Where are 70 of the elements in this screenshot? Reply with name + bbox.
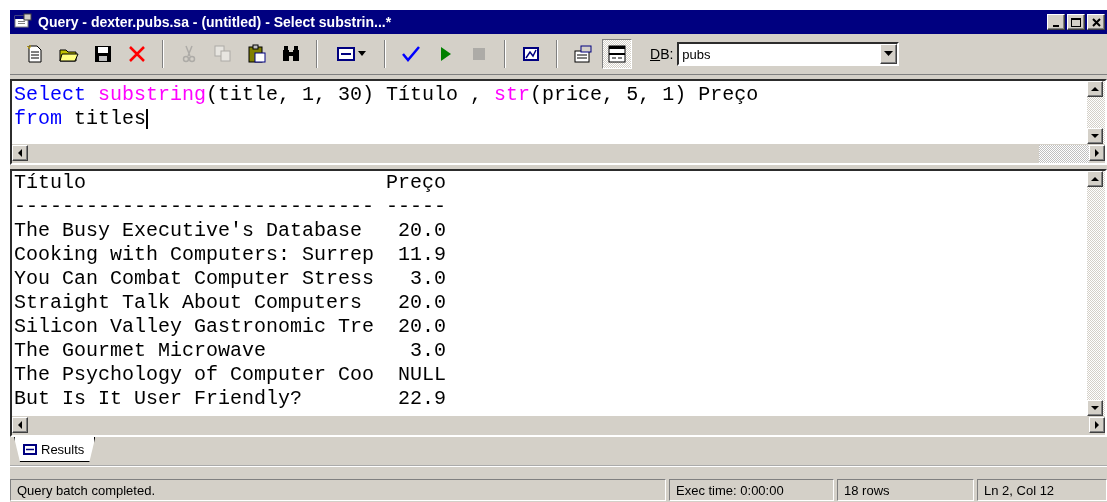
sql-keyword: from — [14, 107, 62, 131]
binoculars-icon — [281, 44, 301, 64]
result-cell-text: 20.0 — [397, 291, 447, 315]
window-title: Query - dexter.pubs.sa - (untitled) - Select substrin...* — [38, 14, 393, 30]
result-cell-text: 20.0 — [397, 219, 447, 243]
dropdown-arrow-icon — [884, 51, 894, 57]
grid-icon — [23, 443, 37, 455]
row-count: 18 rows — [837, 479, 974, 501]
chart-icon — [521, 44, 541, 64]
sql-text: titles — [73, 107, 147, 131]
result-cell-text: But Is It User Friendly? — [14, 387, 304, 411]
result-cell-text: You Can Combat Computer Stress — [14, 267, 376, 291]
horizontal-scrollbar[interactable] — [12, 416, 1105, 435]
minimize-icon — [1053, 24, 1059, 27]
horizontal-scrollbar[interactable] — [12, 144, 1105, 163]
text-cursor — [146, 109, 149, 129]
scroll-down-button[interactable] — [1087, 400, 1103, 416]
panes-button[interactable] — [602, 39, 632, 69]
checkmark-icon — [401, 44, 421, 64]
close-icon — [1091, 17, 1101, 27]
result-cell-text: 3.0 — [409, 267, 447, 291]
result-cell-text: Silicon Valley Gastronomic Tre — [14, 315, 376, 339]
result-cell-text: 20.0 — [397, 315, 447, 339]
sql-text: (price, 5, 1) Preço — [530, 83, 759, 107]
column-header: Título — [14, 171, 87, 195]
copy-icon — [213, 44, 233, 64]
status-message: Query batch completed. — [10, 479, 666, 501]
sql-function: substring — [98, 83, 207, 107]
result-cell-text: The Psychology of Computer Coo — [14, 363, 376, 387]
result-cell-text: The Busy Executive's Database — [14, 219, 364, 243]
maximize-button[interactable] — [1067, 14, 1085, 30]
sql-function: str — [494, 83, 531, 107]
column-header: Preço — [386, 171, 447, 195]
x-icon — [127, 44, 147, 64]
close-button[interactable] — [1087, 14, 1105, 30]
result-cell-text: 3.0 — [409, 339, 447, 363]
grid-icon — [336, 44, 356, 64]
result-cell-text: 11.9 — [397, 243, 447, 267]
document-icon — [25, 44, 45, 64]
scroll-right-button[interactable] — [1089, 145, 1105, 161]
result-cell-text: Straight Talk About Computers — [14, 291, 364, 315]
scroll-left-button[interactable] — [12, 145, 28, 161]
result-cell-text: The Gourmet Microwave — [14, 339, 268, 363]
result-cell-text: NULL — [397, 363, 447, 387]
header-underline: ----- — [386, 195, 447, 219]
caret-icon — [358, 51, 366, 57]
panes-icon — [607, 44, 627, 64]
cursor-position: Ln 2, Col 12 — [977, 479, 1107, 501]
exec-time: Exec time: 0:00:00 — [669, 479, 834, 501]
scroll-right-button[interactable] — [1089, 417, 1105, 433]
query-window-icon — [14, 13, 32, 31]
result-cell-text: 22.9 — [397, 387, 447, 411]
database-dropdown[interactable]: pubs — [677, 42, 900, 66]
maximize-icon — [1071, 17, 1081, 27]
result-cell-text: Cooking with Computers: Surrep — [14, 243, 376, 267]
results-tab[interactable]: Results — [14, 437, 96, 462]
scroll-up-button[interactable] — [1087, 171, 1103, 187]
scroll-down-button[interactable] — [1087, 128, 1103, 144]
header-underline: ------------------------------ — [14, 195, 376, 219]
sql-keyword: Select — [14, 83, 87, 107]
clipboard-icon — [247, 44, 267, 64]
database-label: DB: — [650, 46, 674, 62]
sql-text: (title, 1, 30) Título , — [206, 83, 484, 107]
vertical-scrollbar[interactable] — [1087, 171, 1105, 416]
properties-icon — [573, 44, 593, 64]
scrollbar-thumb[interactable] — [1039, 145, 1089, 163]
vertical-scrollbar[interactable] — [1087, 81, 1105, 144]
scroll-up-button[interactable] — [1087, 81, 1103, 97]
minimize-button[interactable] — [1047, 14, 1065, 30]
scroll-left-button[interactable] — [12, 417, 28, 433]
